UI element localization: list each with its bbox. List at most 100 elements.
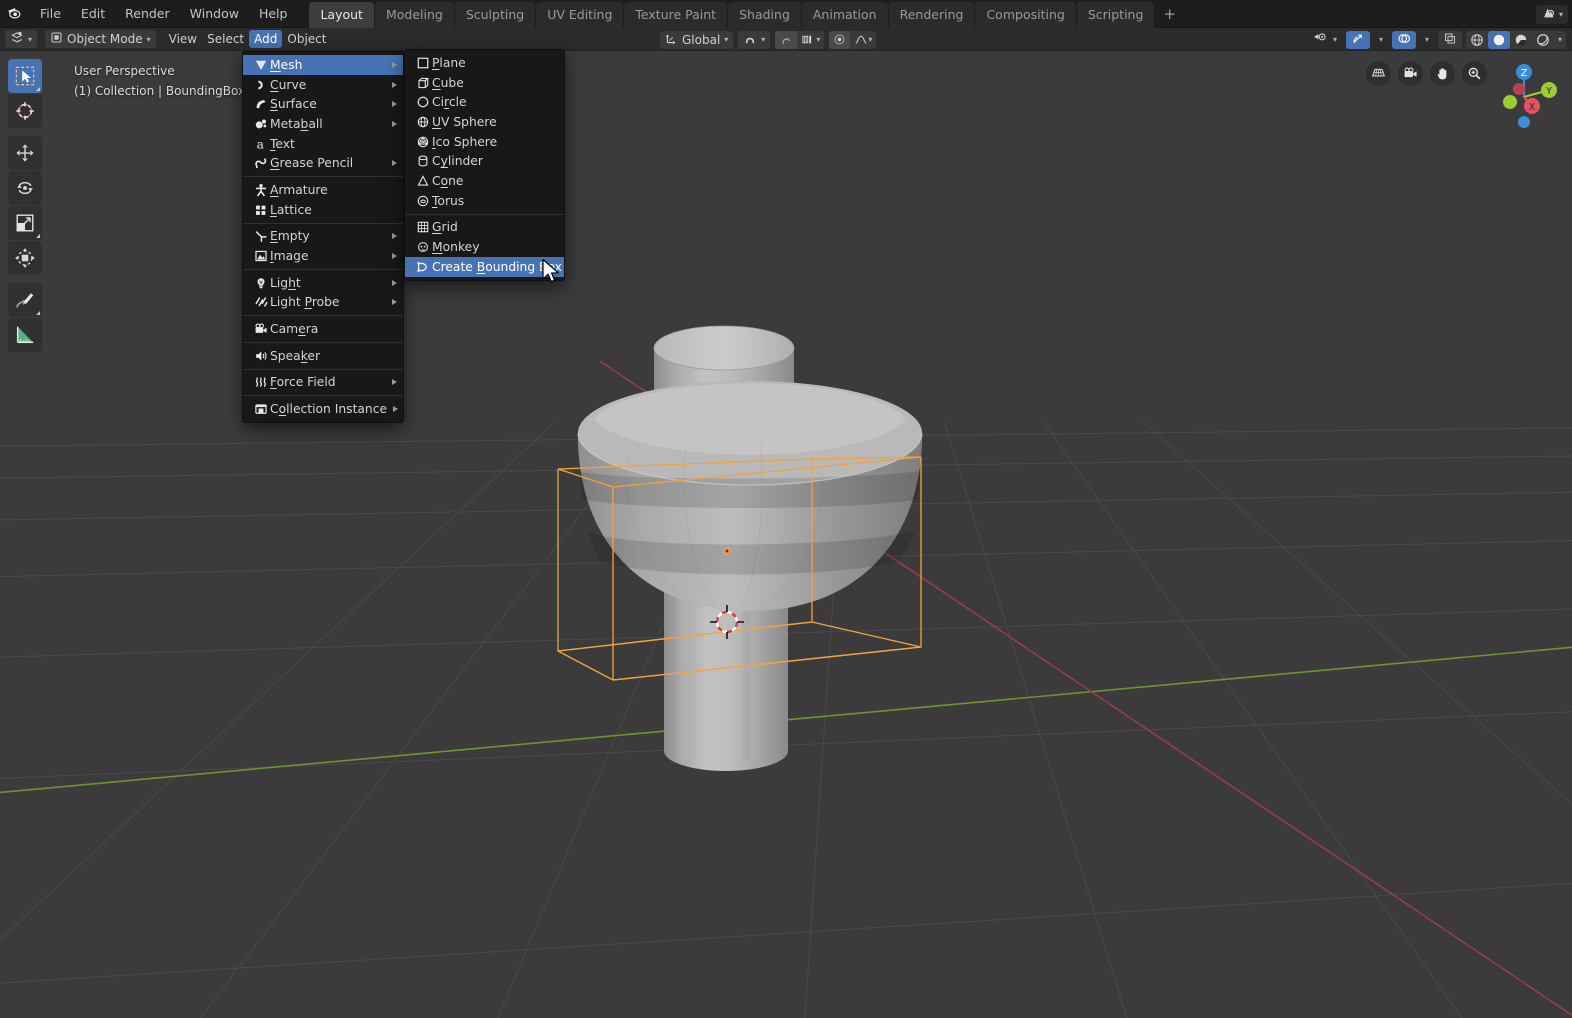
menu-render[interactable]: Render [115,4,180,24]
snapping-popover[interactable]: ▾ [738,30,771,49]
zoom-view-icon[interactable] [1462,61,1487,86]
tab-scripting[interactable]: Scripting [1076,1,1155,28]
mesh-menu-item-cone[interactable]: Cone [405,171,564,191]
shading-solid-button[interactable] [1487,30,1510,49]
add-menu[interactable]: Mesh Curve Surface Metaball a Text Grease Penc… [242,51,404,423]
add-menu-item-metaball[interactable]: Metaball [243,114,403,134]
add-menu-item-curve[interactable]: Curve [243,75,403,95]
shading-popover[interactable]: ▾ [1554,31,1566,49]
mesh-menu-item-circle[interactable]: Circle [405,92,564,112]
snap-target-selector[interactable]: ▾ [797,31,824,49]
add-mesh-submenu[interactable]: Plane Cube Circle UV Sphere Ico Sphere Cylind… [404,49,565,281]
add-menu-item-speaker[interactable]: Speaker [243,346,403,366]
3d-viewport[interactable]: User Perspective (1) Collection | Boundi… [0,51,1572,1018]
add-menu-item-light-probe[interactable]: Light Probe [243,293,403,313]
xray-toggle[interactable] [1437,30,1462,49]
menu-help[interactable]: Help [249,4,298,24]
viewport-menu-object[interactable]: Object [282,30,331,48]
overlays-popover[interactable]: ▾ [1420,31,1434,49]
camera-icon [251,322,270,336]
shading-wireframe-button[interactable] [1466,31,1488,49]
mesh-icon [251,58,270,72]
viewport-shading-group: ▾ [1465,30,1566,49]
add-menu-item-camera[interactable]: Camera [243,319,403,339]
proportional-edit-group: ▾ [829,30,877,49]
add-menu-item-surface[interactable]: Surface [243,94,403,114]
tab-uv-editing[interactable]: UV Editing [536,1,624,28]
add-menu-item-grease-pencil[interactable]: Grease Pencil [243,153,403,173]
tool-scale[interactable] [8,206,42,240]
editor-type-selector[interactable]: ▾ [5,30,38,48]
add-workspace-button[interactable]: + [1155,3,1184,28]
overlays-toggle[interactable] [1391,30,1416,49]
tab-sculpting[interactable]: Sculpting [454,1,536,28]
add-menu-item-force-field[interactable]: Force Field [243,373,403,393]
add-menu-item-lattice[interactable]: Lattice [243,200,403,220]
add-menu-item-mesh[interactable]: Mesh [243,55,403,75]
gizmo-popover[interactable]: ▾ [1374,31,1388,49]
tab-compositing[interactable]: Compositing [975,1,1076,28]
tab-shading[interactable]: Shading [728,1,801,28]
add-menu-item-light[interactable]: Light [243,273,403,293]
workspace-tabs: Layout Modeling Sculpting UV Editing Tex… [309,0,1184,28]
menu-edit[interactable]: Edit [71,4,115,24]
proportional-falloff-selector[interactable]: ▾ [850,31,876,49]
tab-layout[interactable]: Layout [309,1,374,28]
snap-toggle-button[interactable] [775,30,798,49]
tool-move[interactable] [8,136,42,170]
shading-rendered-button[interactable] [1532,31,1554,49]
blender-logo-icon[interactable] [0,0,30,28]
mesh-menu-item-uv-sphere[interactable]: UV Sphere [405,112,564,132]
pan-view-icon[interactable] [1430,61,1455,86]
tool-measure[interactable] [8,318,42,352]
scene-selector[interactable]: ▾ [1535,4,1568,24]
mesh-menu-item-cylinder[interactable]: Cylinder [405,151,564,171]
add-menu-item-collection-instance[interactable]: Collection Instance [243,399,403,419]
viewport-menu-add[interactable]: Add [249,30,283,48]
tab-animation[interactable]: Animation [801,1,888,28]
tab-modeling[interactable]: Modeling [374,1,454,28]
viewport-menu-select[interactable]: Select [202,30,249,48]
armature-icon [251,183,270,197]
menu-file[interactable]: File [30,4,71,24]
tool-transform[interactable] [8,241,42,275]
object-types-visibility-popover[interactable]: ▾ [1307,31,1342,49]
tool-annotate[interactable] [8,283,42,317]
proportional-edit-toggle[interactable] [829,30,851,49]
image-icon [251,249,270,263]
gizmo-toggle[interactable] [1345,30,1370,49]
tool-tweak-select-box[interactable] [8,59,42,93]
add-menu-item-empty[interactable]: Empty [243,227,403,247]
tool-cursor[interactable] [8,94,42,128]
scene-icon [1541,5,1556,24]
menu-window[interactable]: Window [180,4,249,24]
viewport-menu-view[interactable]: View [164,30,202,48]
viewport-axis-gizmo[interactable]: Z Y X [1486,59,1562,135]
shading-material-preview-button[interactable] [1510,31,1532,49]
camera-view-icon[interactable] [1398,61,1423,86]
mesh-menu-item-grid[interactable]: Grid [405,218,564,238]
lattice-icon [251,203,270,217]
add-menu-item-text[interactable]: a Text [243,134,403,154]
menu-item-label: Speaker [270,348,321,363]
mesh-menu-item-ico-sphere[interactable]: Ico Sphere [405,132,564,152]
mesh-menu-item-monkey[interactable]: Monkey [405,237,564,257]
svg-text:a: a [256,137,263,151]
axis-label-x: X [1529,102,1536,113]
tool-rotate[interactable] [8,171,42,205]
tab-rendering[interactable]: Rendering [888,1,975,28]
add-menu-item-image[interactable]: Image [243,246,403,266]
chevron-down-icon: ▾ [816,35,821,44]
tab-texture-paint[interactable]: Texture Paint [624,1,728,28]
interaction-mode-selector[interactable]: Object Mode ▾ [45,30,156,48]
transform-orientation-selector[interactable]: Global ▾ [660,30,734,49]
mesh-menu-item-cube[interactable]: Cube [405,73,564,93]
menu-item-label: Text [270,136,295,151]
mesh-menu-item-plane[interactable]: Plane [405,53,564,73]
metaball-icon [251,117,270,131]
mesh-menu-item-torus[interactable]: Torus [405,191,564,211]
toggle-orthographic-icon[interactable] [1366,61,1391,86]
mesh-menu-item-create-bounding-box[interactable]: Create Bounding Box [405,256,564,277]
add-menu-item-armature[interactable]: Armature [243,180,403,200]
menu-item-label: Light [270,275,301,290]
